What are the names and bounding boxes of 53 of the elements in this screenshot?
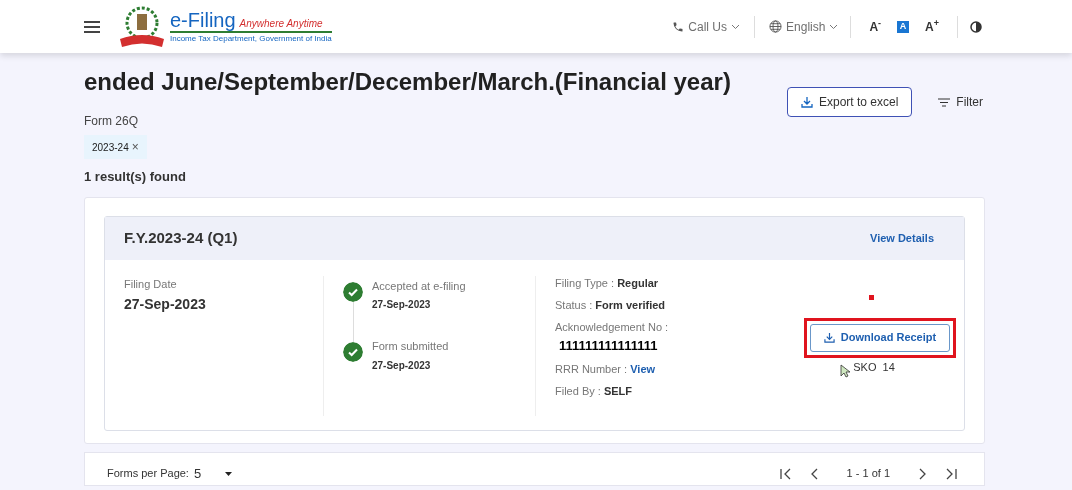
first-page-icon[interactable] (778, 467, 793, 480)
detail-label: Status : (555, 297, 594, 312)
caret-down-icon (225, 471, 233, 476)
decrease-font-button[interactable]: A$^{-}$ (863, 17, 888, 36)
field-label: Filing Date (124, 276, 178, 292)
chevron-down-icon (829, 23, 839, 30)
normal-font-button[interactable]: A (897, 20, 910, 33)
detail-label: Acknowledgement No : (555, 319, 670, 334)
status-date: 27-Sep-2023 (372, 298, 432, 312)
download-receipt-button[interactable]: Download Receipt (809, 323, 951, 352)
detail-label: Filing Type : (555, 275, 616, 290)
year-chip[interactable]: 2023-24 × (84, 135, 147, 159)
logo-subtitle: Income Tax Department, Government of India (170, 31, 332, 44)
per-page-select[interactable]: 5 (193, 463, 233, 484)
note-text: SKO 14 (853, 359, 895, 375)
logo-tagline: Anywhere Anytime (239, 17, 323, 31)
download-icon (823, 332, 835, 343)
acknowledgement-number: 111111111111111 (559, 337, 659, 354)
previous-page-icon[interactable] (810, 467, 819, 480)
page-title: ended June/September/December/March.(Financial year) (84, 67, 732, 97)
card-title: F.Y.2023-24 (Q1) (124, 227, 238, 248)
increase-font-button[interactable]: A$^{+}$ (919, 17, 945, 36)
phone-icon (672, 20, 685, 33)
form-label: Form 26Q (84, 113, 138, 130)
results-count: 1 result(s) found (84, 168, 187, 186)
status-label: Accepted at e-filing (372, 278, 466, 294)
export-excel-button[interactable]: Export to excel (786, 87, 913, 117)
detail-label: RRR Number : (555, 361, 629, 376)
view-details-link[interactable]: View Details (870, 229, 934, 247)
filing-date: 27-Sep-2023 (124, 295, 207, 314)
next-page-icon[interactable] (918, 467, 926, 480)
status-label: Form submitted (372, 339, 449, 354)
view-link[interactable]: View (630, 361, 656, 376)
detail-value: SELF (603, 383, 633, 398)
logo-title: e-Filing (170, 9, 236, 31)
menu-icon[interactable] (84, 20, 100, 33)
call-us-button[interactable]: Call Us (672, 17, 741, 36)
status-date: 27-Sep-2023 (372, 358, 432, 373)
language-button[interactable]: English (769, 17, 839, 36)
filter-icon (938, 97, 951, 107)
mouse-cursor-icon (840, 363, 850, 378)
close-icon[interactable]: × (131, 138, 139, 156)
detail-value: Form verified (595, 297, 666, 312)
globe-icon (769, 20, 783, 33)
last-page-icon[interactable] (944, 467, 958, 480)
per-page-label: Forms per Page: (107, 466, 189, 482)
page-range: 1 - 1 of 1 (846, 466, 890, 482)
detail-value: Regular (617, 275, 659, 290)
chevron-down-icon (731, 23, 741, 30)
filter-button[interactable]: Filter (938, 93, 985, 111)
download-icon (800, 96, 813, 108)
detail-label: Filed By : (555, 383, 602, 398)
contrast-icon[interactable] (970, 20, 982, 33)
